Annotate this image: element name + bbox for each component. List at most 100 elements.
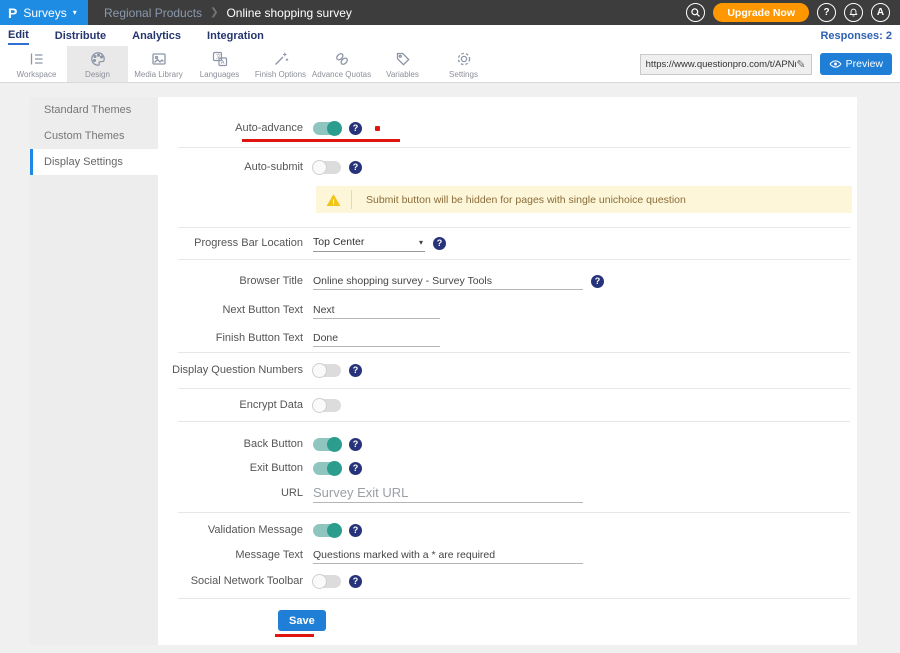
back-button-toggle[interactable] <box>313 438 341 451</box>
message-text-row: Message Text <box>158 544 857 566</box>
account-avatar[interactable]: A <box>871 3 890 22</box>
display-question-numbers-label: Display Question Numbers <box>158 359 303 381</box>
finish-options-icon <box>272 50 290 68</box>
divider <box>178 421 850 422</box>
auto-submit-warning: ! Submit button will be hidden for pages… <box>316 186 852 213</box>
svg-text:A: A <box>220 60 224 66</box>
toolbar-item-settings[interactable]: Settings <box>433 46 494 82</box>
social-network-toolbar-toggle[interactable] <box>313 575 341 588</box>
toolbar-item-languages[interactable]: 文A Languages <box>189 46 250 82</box>
toolbar-item-workspace[interactable]: Workspace <box>6 46 67 82</box>
workspace-icon <box>28 50 46 68</box>
sidebar-item-standard-themes[interactable]: Standard Themes <box>30 97 158 123</box>
back-button-label: Back Button <box>158 433 303 455</box>
warning-icon: ! <box>316 190 352 209</box>
encrypt-data-toggle[interactable] <box>313 399 341 412</box>
exit-url-label: URL <box>158 482 303 504</box>
auto-submit-label: Auto-submit <box>158 156 303 178</box>
exit-button-toggle[interactable] <box>313 462 341 475</box>
divider <box>178 259 850 260</box>
auto-submit-toggle[interactable] <box>313 161 341 174</box>
validation-message-help-icon[interactable]: ? <box>349 524 362 537</box>
exit-button-row: Exit Button ? <box>158 457 857 479</box>
exit-url-input[interactable] <box>313 483 583 503</box>
sidebar-item-custom-themes[interactable]: Custom Themes <box>30 123 158 149</box>
message-text-input[interactable] <box>313 547 583 564</box>
sidebar-item-display-settings[interactable]: Display Settings <box>30 149 158 175</box>
next-button-text-input[interactable] <box>313 302 440 319</box>
surveys-menu[interactable]: P Surveys ▾ <box>0 0 88 25</box>
save-button[interactable]: Save <box>278 610 326 631</box>
help-button[interactable]: ? <box>817 3 836 22</box>
survey-nav-tabs: Edit Distribute Analytics Integration Re… <box>0 25 900 46</box>
back-button-row: Back Button ? <box>158 433 857 455</box>
display-question-numbers-help-icon[interactable]: ? <box>349 364 362 377</box>
exit-url-row: URL <box>158 482 857 504</box>
back-button-help-icon[interactable]: ? <box>349 438 362 451</box>
edit-url-icon[interactable]: ✎ <box>796 58 805 71</box>
topbar-actions: Upgrade Now ? A <box>686 3 900 22</box>
toolbar-item-design[interactable]: Design <box>67 46 128 82</box>
surveys-menu-label: Surveys <box>23 6 66 20</box>
survey-url-input[interactable] <box>646 59 797 70</box>
next-button-text-label: Next Button Text <box>158 299 303 321</box>
progress-bar-location-help-icon[interactable]: ? <box>433 237 446 250</box>
validation-message-row: Validation Message ? <box>158 519 857 541</box>
notifications-button[interactable] <box>844 3 863 22</box>
display-question-numbers-toggle[interactable] <box>313 364 341 377</box>
variables-icon <box>394 50 412 68</box>
finish-button-text-label: Finish Button Text <box>158 327 303 349</box>
annotation-underline-auto-advance <box>242 139 400 142</box>
browser-title-input[interactable] <box>313 273 583 290</box>
design-icon <box>89 50 107 68</box>
chevron-down-icon: ▾ <box>419 238 423 247</box>
tab-analytics[interactable]: Analytics <box>132 28 181 44</box>
toolbar-item-variables[interactable]: Variables <box>372 46 433 82</box>
divider <box>178 388 850 389</box>
exit-button-help-icon[interactable]: ? <box>349 462 362 475</box>
next-button-text-row: Next Button Text <box>158 299 857 321</box>
auto-advance-toggle[interactable] <box>313 122 341 135</box>
toolbar-item-media-library[interactable]: Media Library <box>128 46 189 82</box>
browser-title-label: Browser Title <box>158 270 303 292</box>
preview-button[interactable]: Preview <box>820 53 892 75</box>
auto-advance-help-icon[interactable]: ? <box>349 122 362 135</box>
breadcrumb-parent[interactable]: Regional Products <box>104 6 202 20</box>
auto-submit-help-icon[interactable]: ? <box>349 161 362 174</box>
browser-title-help-icon[interactable]: ? <box>591 275 604 288</box>
tab-integration[interactable]: Integration <box>207 28 264 44</box>
toolbar-item-advance-quotas[interactable]: Advance Quotas <box>311 46 372 82</box>
finish-button-text-input[interactable] <box>313 330 440 347</box>
responses-count-link[interactable]: Responses: 2 <box>820 30 892 42</box>
tab-edit[interactable]: Edit <box>8 27 29 45</box>
top-bar: P Surveys ▾ Regional Products ❯ Online s… <box>0 0 900 25</box>
search-icon <box>690 7 701 18</box>
progress-bar-location-select[interactable]: Top Center ▾ <box>313 234 425 252</box>
eye-icon <box>829 59 842 69</box>
encrypt-data-label: Encrypt Data <box>158 394 303 416</box>
divider <box>178 147 850 148</box>
questionpro-logo: P <box>8 5 17 21</box>
breadcrumb: Regional Products ❯ Online shopping surv… <box>104 6 352 20</box>
toolbar-right: ✎ Preview <box>640 46 900 82</box>
search-button[interactable] <box>686 3 705 22</box>
toolbar-item-finish-options[interactable]: Finish Options <box>250 46 311 82</box>
svg-text:!: ! <box>332 197 335 206</box>
social-network-toolbar-label: Social Network Toolbar <box>158 570 303 592</box>
design-toolbar: Workspace Design Media Library 文A Langua… <box>0 46 900 83</box>
settings-icon <box>455 50 473 68</box>
auto-advance-row: Auto-advance ? <box>158 117 857 139</box>
auto-advance-label: Auto-advance <box>158 117 303 139</box>
social-network-toolbar-help-icon[interactable]: ? <box>349 575 362 588</box>
validation-message-toggle[interactable] <box>313 524 341 537</box>
finish-button-text-row: Finish Button Text <box>158 327 857 349</box>
tab-distribute[interactable]: Distribute <box>55 28 106 44</box>
bell-icon <box>848 7 859 18</box>
chevron-down-icon: ▾ <box>73 8 77 17</box>
breadcrumb-separator-icon: ❯ <box>210 7 218 18</box>
progress-bar-location-label: Progress Bar Location <box>158 232 303 254</box>
divider <box>178 512 850 513</box>
social-network-toolbar-row: Social Network Toolbar ? <box>158 570 857 592</box>
upgrade-now-button[interactable]: Upgrade Now <box>713 3 809 22</box>
browser-title-row: Browser Title ? <box>158 270 857 292</box>
